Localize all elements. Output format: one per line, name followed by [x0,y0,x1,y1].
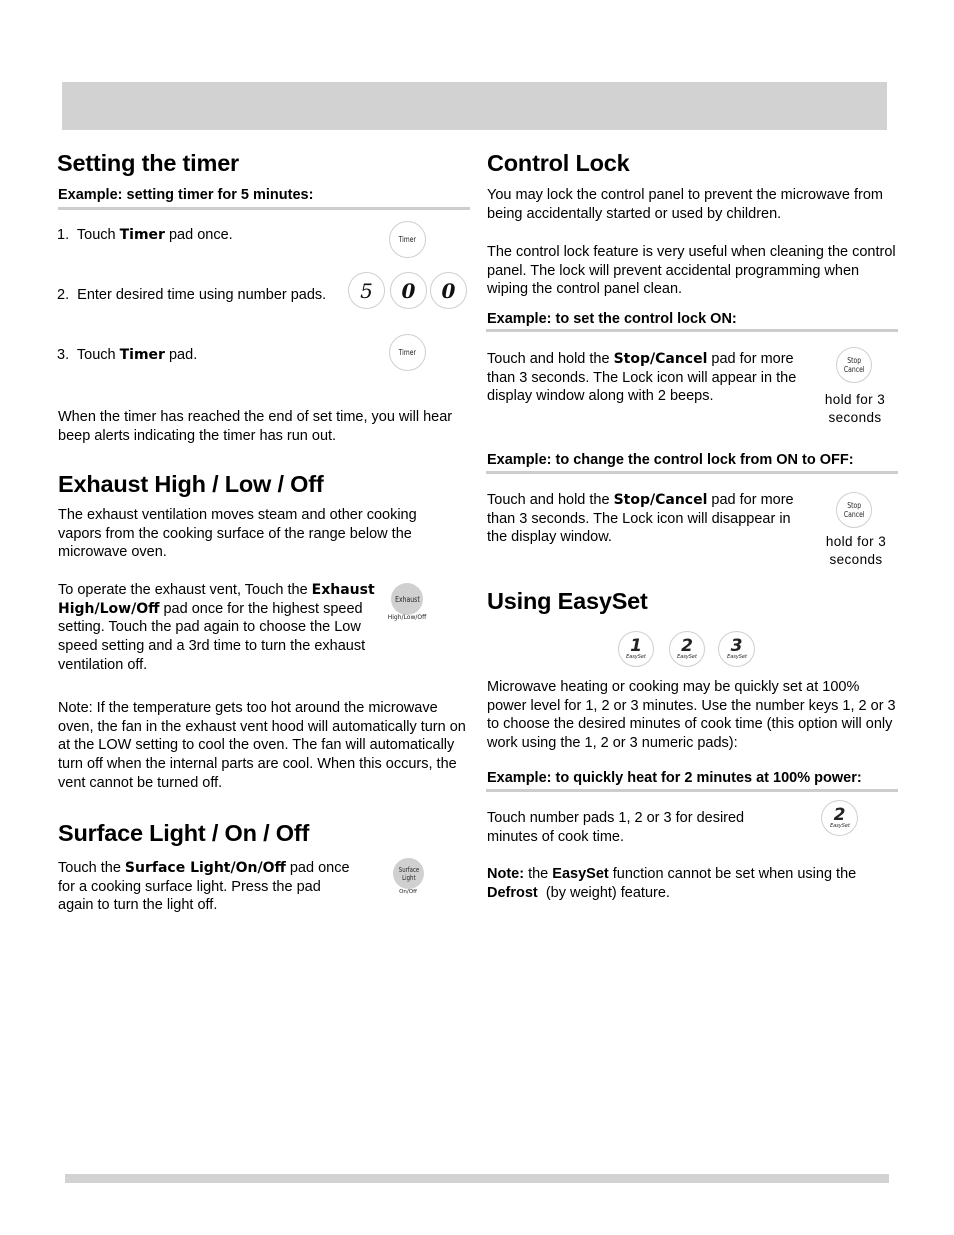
timer-pad-label: Timer [398,348,417,357]
exhaust-section-title: Exhaust High / Low / Off [58,471,324,497]
easyset-pad-number: 2 [833,804,846,825]
easyset-pad-1[interactable]: 1 EasySet [618,631,654,667]
timer-step-1: 1. Touch Timer pad once. [57,226,233,245]
hold-line-2: seconds [829,551,883,567]
footer-bar [65,1174,889,1183]
step-bold: Timer [119,227,165,243]
control-lock-on-example-heading: Example: to set the control lock ON: [487,311,737,327]
exhaust-instructions: To operate the exhaust vent, Touch the E… [58,581,378,675]
step-number: 1. [57,227,70,243]
control-lock-bold: Stop/Cancel [613,492,708,508]
stop-cancel-pad-label: Cancel [843,365,865,374]
note-bold: Defrost [487,884,538,901]
number-pad-0[interactable]: 0 [430,272,467,309]
easyset-pad-number: 1 [630,635,642,656]
surface-light-bold: Surface Light/On/Off [124,860,286,876]
control-lock-on-divider [486,329,898,332]
easyset-pad-number: 3 [730,635,743,656]
exhaust-intro: The exhaust ventilation moves steam and … [58,507,417,561]
easyset-pad-3[interactable]: 3 EasySet [718,631,755,667]
timer-divider [58,207,470,210]
note-text: function cannot be set when using the [608,866,857,882]
hold-line-1: hold for 3 [825,534,887,549]
exhaust-pad-label: Exhaust [394,594,420,604]
hold-duration-label: hold for 3 seconds [815,391,895,426]
easyset-pad-label: EasySet [626,653,646,660]
step-number: 2. [57,287,70,303]
note-text: (by weight) feature. [537,884,670,901]
number-pad-label: 0 [401,278,416,303]
control-lock-text: Touch and hold the [487,351,614,367]
stop-cancel-pad-label: Stop [847,501,861,510]
hold-line-2: seconds [828,409,882,425]
easyset-pad-label: EasySet [726,653,747,660]
easyset-pad-label: EasySet [829,822,850,829]
surface-light-text: Touch the [58,860,125,876]
note-bold: EasySet [552,866,609,882]
stop-cancel-pad[interactable]: Stop Cancel [836,492,872,528]
easyset-description: Microwave heating or cooking may be quic… [487,679,896,752]
note-text: the [524,866,553,882]
control-lock-text: Touch and hold the [487,492,614,508]
surface-light-instructions: Touch the Surface Light/On/Off pad once … [58,859,358,915]
easyset-divider [486,789,898,792]
surface-light-pad[interactable]: Surface Light [393,858,424,889]
note-label: Note: [487,866,525,882]
surface-light-pad-sublabel: On/Off [399,889,417,895]
exhaust-pad-sublabel: High/Low/Off [387,614,427,621]
easyset-pad-number: 2 [681,635,693,656]
step-text: Enter desired time using number pads. [77,287,327,303]
exhaust-pad[interactable]: Exhaust [391,583,423,615]
hold-line-1: hold for 3 [824,392,886,407]
surface-light-section-title: Surface Light / On / Off [58,820,310,846]
stop-cancel-pad-label: Cancel [843,510,865,519]
easyset-pad-label: EasySet [677,653,697,660]
step-text: Touch [76,347,120,363]
easyset-pad-2-example[interactable]: 2 EasySet [821,800,858,836]
timer-pad[interactable]: Timer [389,334,426,371]
header-bar [62,82,887,130]
control-lock-on-instructions: Touch and hold the Stop/Cancel pad for m… [487,350,822,406]
step-text: pad. [164,347,198,363]
control-lock-section-title: Control Lock [487,150,630,176]
control-lock-para-1: You may lock the control panel to preven… [487,187,883,222]
number-pad-5[interactable]: 5 [348,272,385,309]
number-pad-label: 5 [360,278,373,303]
step-bold: Timer [119,347,165,363]
step-number: 3. [57,347,70,363]
control-lock-bold: Stop/Cancel [613,351,708,367]
timer-note: When the timer has reached the end of se… [58,409,453,444]
step-text: Touch [76,227,120,243]
timer-section-title: Setting the timer [57,150,240,176]
hold-duration-label: hold for 3 seconds [816,533,896,568]
control-lock-off-example-heading: Example: to change the control lock from… [487,452,854,468]
exhaust-text: To operate the exhaust vent, Touch the [58,582,312,598]
timer-step-3: 3. Touch Timer pad. [57,346,197,365]
surface-light-pad-label: Surface [398,865,419,874]
easyset-pad-2[interactable]: 2 EasySet [669,631,705,667]
control-lock-para-2: The control lock feature is very useful … [487,244,896,298]
easyset-instruction: Touch number pads 1, 2 or 3 for desired … [487,810,745,845]
number-pad-label: 0 [441,278,456,303]
easyset-note: Note: the EasySet function cannot be set… [487,865,897,902]
number-pad-0[interactable]: 0 [390,272,427,309]
control-lock-off-divider [486,471,898,474]
stop-cancel-pad-label: Stop [847,356,861,365]
step-text: pad once. [164,227,233,243]
timer-step-2: 2. Enter desired time using number pads. [57,286,326,305]
stop-cancel-pad[interactable]: Stop Cancel [836,347,872,383]
timer-pad[interactable]: Timer [389,221,426,258]
control-lock-off-instructions: Touch and hold the Stop/Cancel pad for m… [487,491,797,547]
timer-pad-label: Timer [398,235,417,244]
timer-example-heading: Example: setting timer for 5 minutes: [58,187,314,203]
easyset-section-title: Using EasySet [487,588,648,614]
surface-light-pad-label: Light [401,873,416,882]
easyset-example-heading: Example: to quickly heat for 2 minutes a… [487,770,862,786]
exhaust-note: Note: If the temperature gets too hot ar… [58,700,466,791]
